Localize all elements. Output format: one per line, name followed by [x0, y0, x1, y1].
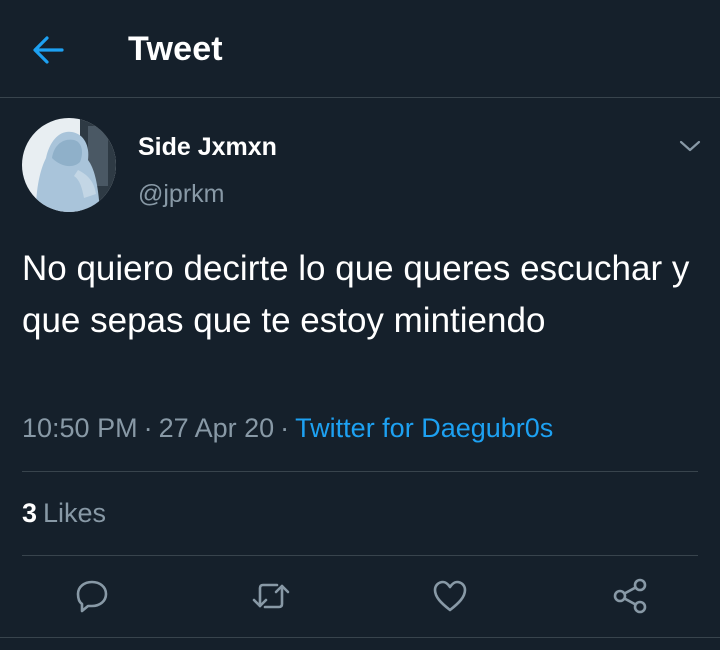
tweet-time: 10:50 PM	[22, 413, 138, 443]
tweet-source-link[interactable]: Twitter for Daegubr0s	[295, 413, 553, 443]
tweet-date: 27 Apr 20	[158, 413, 275, 443]
share-button[interactable]	[610, 576, 650, 616]
tweet-text: No quiero decirte lo que queres escuchar…	[22, 249, 690, 340]
action-bar	[0, 558, 720, 634]
divider	[22, 471, 698, 472]
reply-icon	[76, 580, 108, 613]
top-bar: Tweet	[0, 0, 720, 98]
arrow-left-icon	[33, 36, 64, 64]
divider	[0, 637, 720, 638]
like-button[interactable]	[430, 576, 470, 616]
share-icon	[613, 578, 647, 614]
meta-separator: ·	[280, 413, 290, 443]
retweet-button[interactable]	[251, 576, 291, 616]
meta-separator: ·	[143, 413, 153, 443]
tweet-meta: 10:50 PM · 27 Apr 20 · Twitter for Daegubr0s	[22, 413, 553, 444]
retweet-icon	[252, 583, 290, 609]
reply-button[interactable]	[72, 576, 112, 616]
likes-label: Likes	[43, 498, 107, 528]
like-icon	[433, 580, 467, 612]
author-display-name[interactable]: Side Jxmxn	[138, 133, 277, 162]
author-handle[interactable]: @jprkm	[138, 180, 225, 209]
likes-stat[interactable]: 3 Likes	[22, 498, 106, 529]
page-title: Tweet	[128, 30, 223, 68]
chevron-down-icon	[679, 140, 701, 152]
divider	[22, 555, 698, 556]
back-button[interactable]	[24, 28, 72, 72]
avatar[interactable]	[22, 118, 116, 212]
more-options-button[interactable]	[672, 128, 708, 164]
tweet-detail-screen: Tweet Side Jxmxn @jprkm No quiero decirt…	[0, 0, 720, 650]
likes-count: 3	[22, 498, 38, 528]
